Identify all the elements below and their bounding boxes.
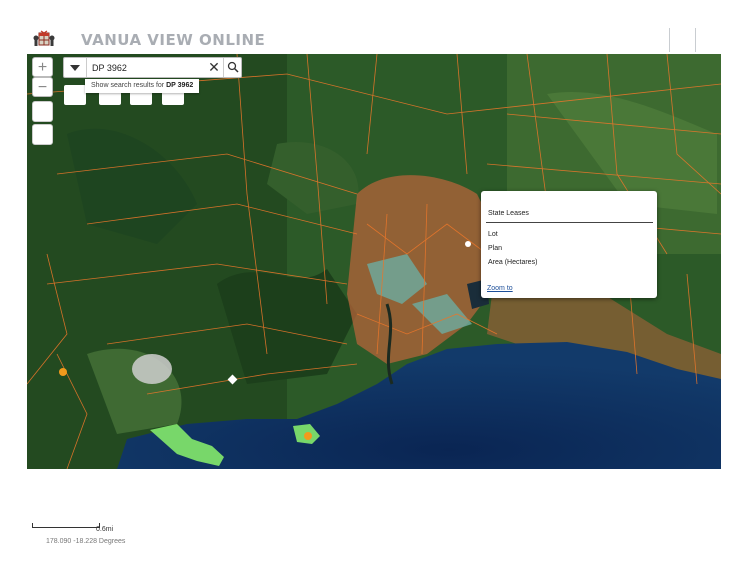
- zoom-in-button[interactable]: +: [32, 57, 53, 77]
- search-bar: ✕: [63, 57, 242, 78]
- header-divider: [695, 28, 696, 52]
- feature-popup: State Leases Lot Plan Area (Hectares) Zo…: [481, 191, 657, 298]
- search-input[interactable]: [88, 59, 212, 76]
- map-tool-button[interactable]: [32, 101, 53, 122]
- suggestion-prefix: Show search results for: [91, 82, 165, 89]
- search-icon: [227, 61, 239, 73]
- suggestion-term: DP 3962: [166, 82, 194, 89]
- app-title: VANUA VIEW ONLINE: [81, 31, 266, 49]
- popup-field-area: Area (Hectares): [488, 259, 538, 266]
- popup-divider: [486, 222, 653, 223]
- zoom-to-link[interactable]: Zoom to: [487, 285, 513, 292]
- popup-field-plan: Plan: [488, 245, 503, 252]
- scale-label: 0.6mi: [96, 526, 114, 533]
- app-header: VANUA VIEW ONLINE: [0, 0, 749, 54]
- search-suggestion[interactable]: Show search results for DP 3962: [85, 79, 200, 93]
- layer-tab[interactable]: [64, 85, 86, 105]
- search-source-dropdown[interactable]: [64, 58, 87, 77]
- clear-search-icon[interactable]: ✕: [206, 58, 222, 77]
- coat-of-arms-logo: [33, 30, 55, 48]
- popup-title: State Leases: [488, 210, 529, 217]
- zoom-out-button[interactable]: −: [32, 77, 53, 97]
- coordinate-readout: 178.090 -18.228 Degrees: [46, 538, 126, 545]
- popup-field-lot: Lot: [488, 231, 498, 238]
- search-button[interactable]: [223, 58, 242, 77]
- scale-bar: [32, 523, 100, 528]
- map-tool-button[interactable]: [32, 124, 53, 145]
- header-divider: [669, 28, 670, 52]
